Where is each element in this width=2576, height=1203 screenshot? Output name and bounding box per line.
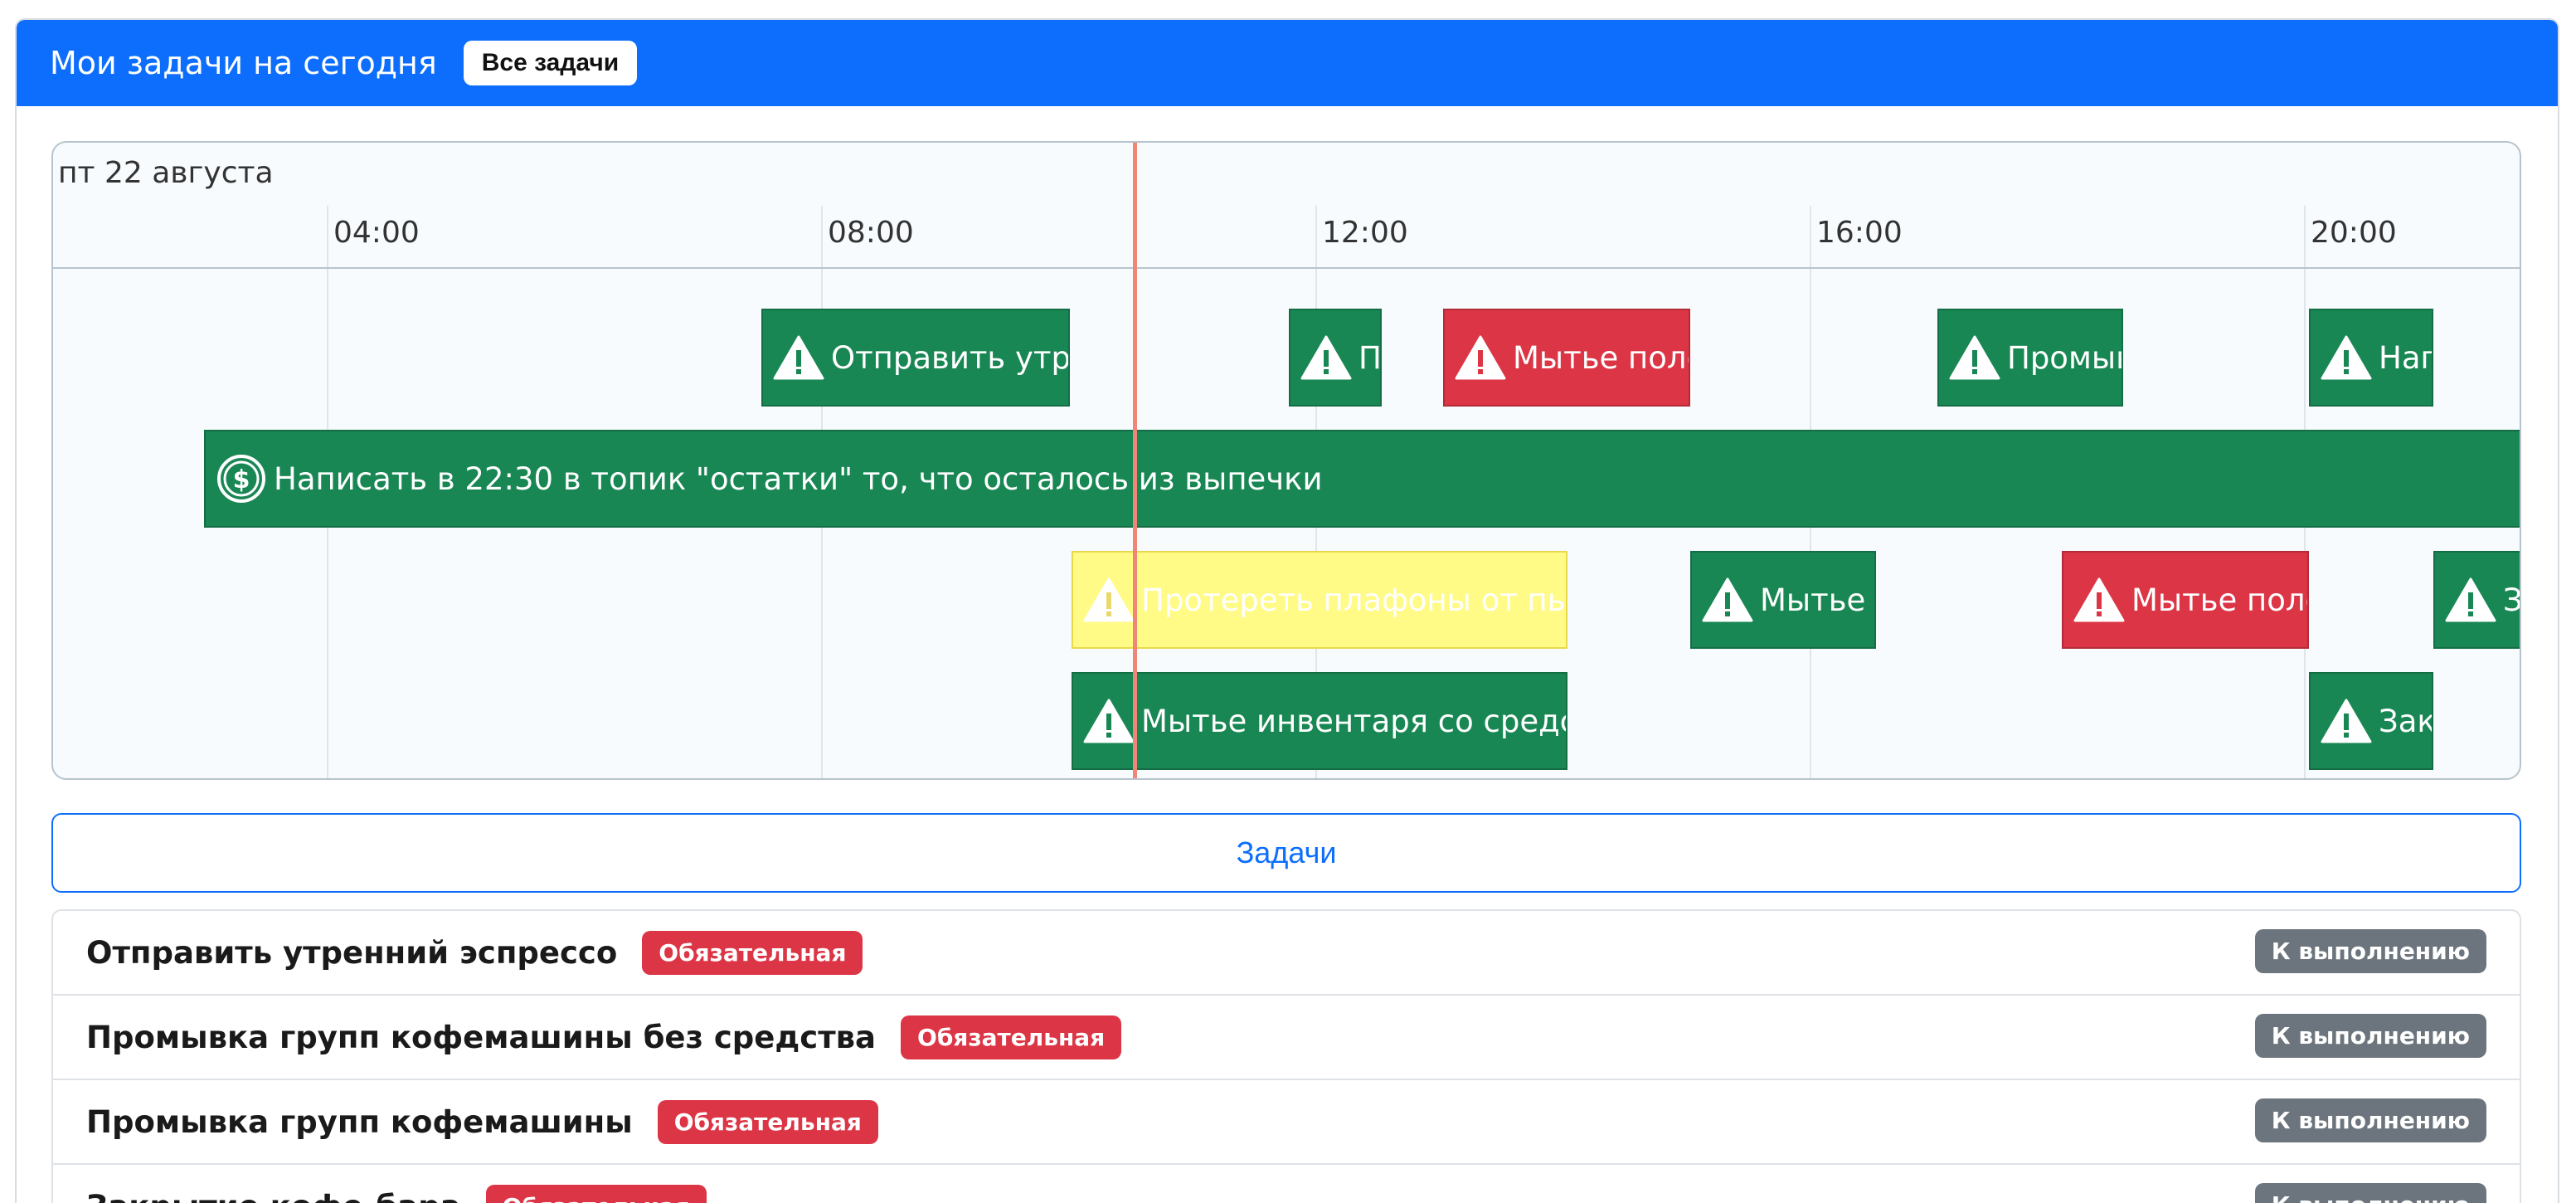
timeline-task[interactable]: Отправить утренний эспрессо: [761, 309, 1070, 407]
timeline-task-label: Мытье посуды: [1760, 582, 1874, 618]
all-tasks-button[interactable]: Все задачи: [463, 41, 638, 85]
timeline-task-label: Промывка групп кофемашины без средства: [1358, 339, 1380, 376]
timeline-task[interactable]: Мытье инвентаря со средством: [1072, 672, 1567, 770]
task-list: Отправить утренний эспрессо Обязательная…: [51, 909, 2521, 1203]
card-header: Мои задачи на сегодня Все задачи: [17, 20, 2558, 106]
svg-text:$: $: [233, 465, 250, 494]
status-badge: К выполнению: [2254, 1183, 2486, 1203]
hour-label: 12:00: [1322, 216, 1408, 250]
warning-icon: [1700, 575, 1755, 625]
warning-icon: [1947, 333, 2002, 382]
timeline-task[interactable]: Закрытие кофе-бара: [2309, 672, 2433, 770]
list-item[interactable]: Закрытие кофе-бара Обязательная К выполн…: [53, 1165, 2520, 1203]
timeline-task[interactable]: $ Написать в 22:30 в топик "остатки" то,…: [204, 430, 2520, 528]
task-title: Промывка групп кофемашины: [86, 1103, 633, 1140]
timeline-task[interactable]: Протереть плафоны от пыли: [1072, 551, 1567, 649]
timeline-task-label: Написать в 22:30 в топик "остатки" то, ч…: [274, 460, 1323, 497]
timeline-task-label: Промывка групп кофемашины: [2007, 339, 2122, 376]
list-item[interactable]: Промывка групп кофемашины Обязательная К…: [53, 1080, 2520, 1165]
required-badge: Обязательная: [657, 1099, 878, 1144]
warning-icon: [1081, 696, 1136, 746]
timeline-task[interactable]: Мытье полов: [2062, 551, 2309, 649]
timeline-date: пт 22 августа: [58, 156, 274, 190]
warning-icon: [2319, 333, 2374, 382]
hour-label: 16:00: [1816, 216, 1903, 250]
timeline-task-label: Мытье инвентаря со средством: [1141, 703, 1566, 739]
required-badge: Обязательная: [901, 1015, 1122, 1059]
warning-icon: [2443, 575, 2498, 625]
task-title: Отправить утренний эспрессо: [86, 934, 618, 971]
warning-icon: [1299, 333, 1354, 382]
hour-label: 20:00: [2311, 216, 2397, 250]
warning-icon: [2319, 696, 2374, 746]
warning-icon: [1081, 575, 1136, 625]
status-badge: К выполнению: [2254, 1014, 2486, 1058]
status-badge: К выполнению: [2254, 1098, 2486, 1142]
task-title: Закрытие кофе-бара: [86, 1189, 461, 1203]
timeline-task[interactable]: Промывка групп кофемашины без средства: [1289, 309, 1382, 407]
list-item[interactable]: Промывка групп кофемашины без средства О…: [53, 996, 2520, 1080]
warning-icon: [2072, 575, 2126, 625]
timeline-task[interactable]: Закрытие: [2433, 551, 2521, 649]
status-badge: К выполнению: [2254, 929, 2486, 973]
warning-icon: [1453, 333, 1508, 382]
timeline-axis: [53, 267, 2520, 269]
timeline-task[interactable]: Мытье посуды: [1690, 551, 1876, 649]
page-title: Мои задачи на сегодня: [50, 45, 437, 81]
hour-label: 08:00: [828, 216, 914, 250]
timeline-task[interactable]: Промывка групп кофемашины: [1937, 309, 2123, 407]
timeline-task-label: Мытье полов: [2131, 582, 2307, 618]
required-badge: Обязательная: [485, 1184, 707, 1203]
timeline-task[interactable]: Наполнить: [2309, 309, 2433, 407]
hour-label: 04:00: [333, 216, 420, 250]
timeline-task[interactable]: Мытье полов: [1443, 309, 1690, 407]
list-item[interactable]: Отправить утренний эспрессо Обязательная…: [53, 911, 2520, 996]
required-badge: Обязательная: [642, 930, 863, 975]
tasks-button[interactable]: Задачи: [51, 813, 2521, 893]
task-title: Промывка групп кофемашины без средства: [86, 1019, 877, 1055]
dollar-icon: $: [214, 454, 269, 504]
today-tasks-card: Мои задачи на сегодня Все задачи пт 22 а…: [15, 18, 2559, 1203]
timeline: пт 22 августа 04:00 08:00 12:00 16:00 20…: [51, 141, 2521, 780]
timeline-task-label: Протереть плафоны от пыли: [1141, 582, 1566, 618]
timeline-task-label: Наполнить: [2379, 339, 2432, 376]
timeline-task-label: Мытье полов: [1513, 339, 1689, 376]
timeline-task-label: Отправить утренний эспрессо: [831, 339, 1068, 376]
current-time-marker: [1133, 143, 1137, 778]
timeline-task-label: Закрытие: [2503, 582, 2521, 618]
timeline-task-label: Закрытие кофе-бара: [2379, 703, 2432, 739]
warning-icon: [771, 333, 826, 382]
